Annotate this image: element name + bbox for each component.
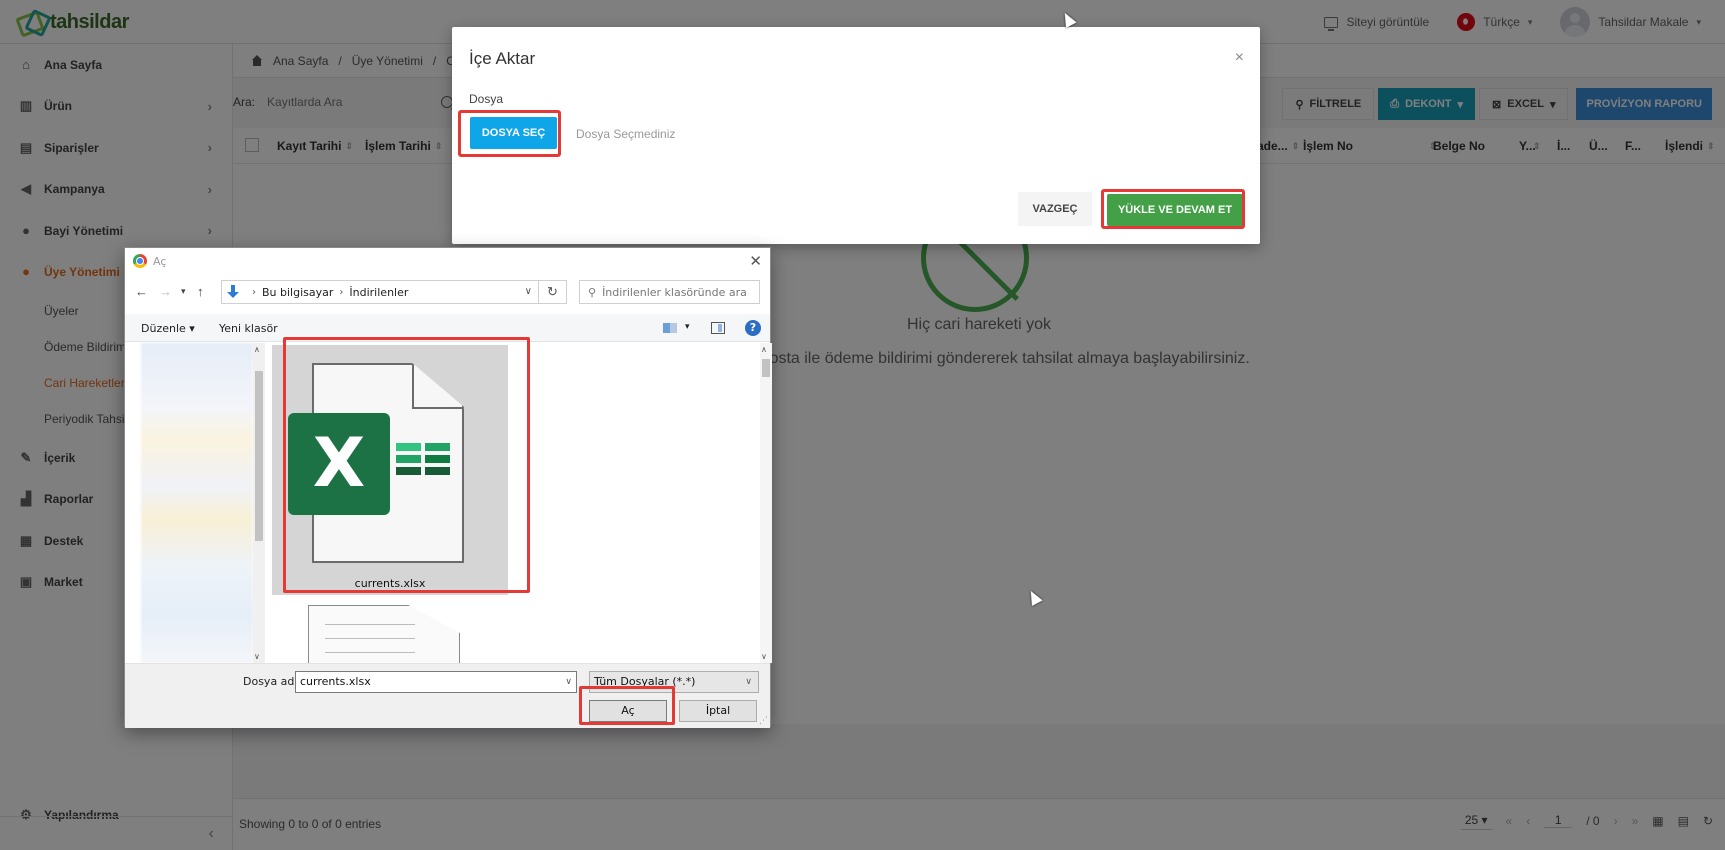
back-arrow-icon[interactable]: ← (135, 284, 148, 299)
recent-locations-icon[interactable]: ▾ (181, 286, 186, 297)
help-icon[interactable]: ? (745, 320, 761, 336)
chevron-right-icon: › (339, 286, 344, 298)
address-folder[interactable]: İndirilenler (349, 286, 408, 299)
dialog-cancel-button[interactable]: İptal (679, 700, 757, 722)
doc-line (325, 624, 415, 625)
highlight-box (579, 686, 675, 725)
address-root[interactable]: Bu bilgisayar (262, 286, 333, 299)
address-bar[interactable]: › Bu bilgisayar › İndirilenler ∨ (221, 280, 539, 304)
doc-line (325, 652, 415, 653)
navigation-scrollbar[interactable]: ∧ ∨ (253, 343, 265, 663)
chrome-icon (133, 254, 147, 268)
no-file-text: Dosya Seçmediniz (576, 127, 676, 141)
chevron-up-icon[interactable]: ∧ (254, 345, 260, 354)
highlight-box (458, 110, 561, 157)
up-arrow-icon[interactable]: ↑ (197, 284, 204, 299)
preview-pane-icon[interactable] (711, 322, 725, 334)
chevron-down-icon[interactable]: ∨ (565, 672, 572, 692)
dialog-search-input[interactable]: ⚲ İndirilenler klasöründe ara (579, 280, 760, 304)
chevron-down-icon[interactable]: ∨ (761, 652, 767, 661)
file-name-field[interactable]: currents.xlsx ∨ (295, 671, 577, 693)
highlight-box (283, 337, 530, 593)
close-icon[interactable]: × (1235, 49, 1244, 67)
highlight-box (1101, 189, 1245, 229)
view-options-icon[interactable] (663, 323, 677, 333)
dialog-titlebar: Aç ✕ (125, 248, 770, 274)
new-folder-button[interactable]: Yeni klasör (219, 322, 278, 335)
forward-arrow-icon[interactable]: → (159, 284, 172, 299)
file-label: Dosya (469, 92, 504, 106)
dialog-search-placeholder: İndirilenler klasöründe ara (602, 285, 747, 299)
modal-title: İçe Aktar (469, 49, 536, 68)
search-icon: ⚲ (588, 285, 597, 299)
file-name-value: currents.xlsx (300, 675, 371, 688)
file-list-scrollbar[interactable]: ∧ ∨ (760, 343, 772, 663)
resize-grip-icon[interactable]: ⋰ (759, 716, 768, 726)
chevron-down-icon[interactable]: ∨ (525, 286, 532, 297)
navigation-pane[interactable] (141, 343, 253, 663)
chevron-down-icon: ∨ (745, 677, 752, 687)
dialog-nav-bar: ← → ▾ ↑ › Bu bilgisayar › İndirilenler ∨… (125, 280, 770, 306)
organize-button[interactable]: Düzenle ▾ (141, 322, 195, 335)
scroll-thumb[interactable] (255, 371, 263, 541)
chevron-up-icon[interactable]: ∧ (761, 345, 767, 354)
chevron-down-icon[interactable]: ∨ (254, 652, 260, 661)
close-icon[interactable]: ✕ (749, 252, 762, 270)
doc-line (325, 638, 415, 639)
chevron-right-icon: › (252, 286, 256, 298)
refresh-icon[interactable]: ↻ (539, 280, 567, 304)
dialog-title: Aç (153, 254, 167, 268)
document-file-icon[interactable] (308, 605, 460, 663)
cancel-button[interactable]: VAZGEÇ (1018, 192, 1092, 226)
chevron-down-icon[interactable]: ▾ (685, 322, 690, 332)
downloads-icon (226, 285, 240, 299)
scroll-thumb[interactable] (762, 359, 770, 377)
file-name-field-label: Dosya adı: (243, 675, 302, 688)
